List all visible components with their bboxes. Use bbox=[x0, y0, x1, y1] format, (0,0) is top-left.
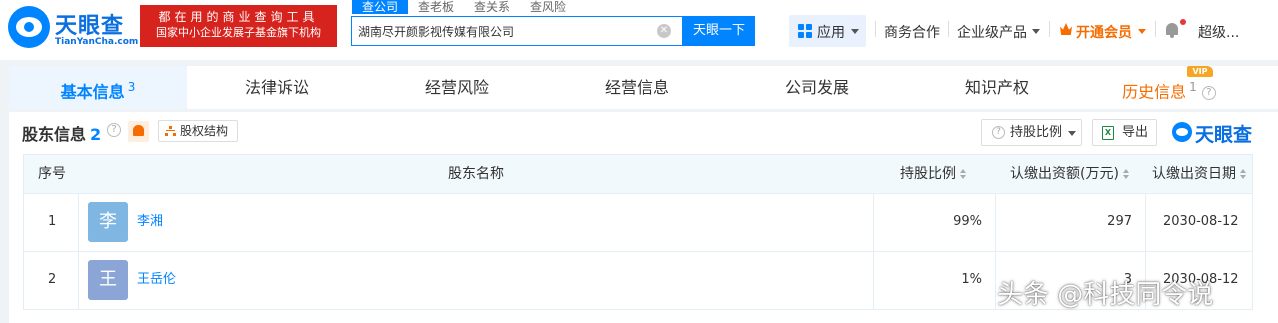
user-menu[interactable]: 超级... bbox=[1198, 22, 1239, 42]
help-icon[interactable]: ? bbox=[1201, 85, 1216, 100]
header-index: 序号 bbox=[38, 166, 66, 182]
table-header: 序号 股东名称 持股比例 认缴出资额(万元) 认缴出资日期 bbox=[23, 154, 1253, 194]
slogan-banner: 都在用的商业查询工具 国家中小企业发展子基金旗下机构 bbox=[140, 5, 337, 47]
section-title-text: 股东信息 bbox=[22, 125, 87, 144]
tab-count: 3 bbox=[127, 80, 136, 94]
clear-icon[interactable]: ✕ bbox=[657, 24, 671, 38]
eye-logo-icon bbox=[8, 6, 50, 48]
search-tab-company[interactable]: 查公司 bbox=[352, 0, 409, 14]
logo-domain: TianYanCha.com bbox=[55, 37, 139, 47]
brand-logo: 天眼查 bbox=[1172, 119, 1272, 146]
nav-divider bbox=[875, 21, 876, 37]
tianyancha-logo[interactable]: 天眼查 TianYanCha.com bbox=[8, 6, 139, 50]
nav-business-link[interactable]: 商务合作 bbox=[884, 22, 940, 42]
grid-icon bbox=[798, 24, 812, 38]
search-tab-risk[interactable]: 查风险 bbox=[520, 0, 576, 14]
tab-legal[interactable]: 法律诉讼 bbox=[187, 66, 367, 109]
tab-development[interactable]: 公司发展 bbox=[727, 66, 907, 109]
equity-structure-button[interactable]: 股权结构 bbox=[158, 120, 238, 142]
equity-structure-label: 股权结构 bbox=[180, 124, 229, 138]
section-count: 2 bbox=[90, 125, 102, 144]
slogan-line-2: 国家中小企业发展子基金旗下机构 bbox=[156, 26, 321, 39]
tab-history[interactable]: 历史信息 1 ? bbox=[1089, 66, 1249, 109]
tab-ip[interactable]: 知识产权 bbox=[907, 66, 1087, 109]
vip-badge: VIP bbox=[1187, 66, 1213, 77]
shareholder-name-link[interactable]: 王岳伦 bbox=[137, 252, 176, 308]
tab-basic-info[interactable]: 基本信息 3 bbox=[9, 66, 187, 109]
main-tab-bar: 基本信息 3 法律诉讼 经营风险 经营信息 公司发展 知识产权 历史信息 1 ? bbox=[9, 66, 1278, 109]
export-button[interactable]: X 导出 bbox=[1092, 119, 1157, 146]
monitor-bell-button[interactable] bbox=[128, 121, 149, 142]
ratio-filter-label: 持股比例 bbox=[1010, 125, 1063, 140]
notification-dot bbox=[1180, 19, 1186, 25]
tab-label: 历史信息 bbox=[1122, 82, 1187, 102]
chevron-down-icon bbox=[1032, 29, 1040, 34]
export-label: 导出 bbox=[1122, 125, 1149, 140]
search-box: ✕ bbox=[351, 16, 683, 46]
logo-text: 天眼查 bbox=[55, 14, 125, 39]
top-header: 天眼查 TianYanCha.com 都在用的商业查询工具 国家中小企业发展子基… bbox=[0, 0, 1278, 60]
tab-count: 1 bbox=[1189, 80, 1197, 94]
row-index: 1 bbox=[48, 214, 57, 229]
notification-bell-icon[interactable] bbox=[1165, 22, 1179, 38]
sort-icon bbox=[1240, 169, 1246, 179]
search-button[interactable]: 天眼一下 bbox=[683, 16, 755, 46]
nav-divider bbox=[1049, 21, 1050, 37]
tab-risk[interactable]: 经营风险 bbox=[367, 66, 547, 109]
header-ratio-label: 持股比例 bbox=[900, 166, 956, 182]
search-tab-boss[interactable]: 查老板 bbox=[408, 0, 464, 14]
header-date-label: 认缴出资日期 bbox=[1152, 166, 1236, 182]
chevron-down-icon bbox=[1138, 29, 1146, 34]
nav-vip-button[interactable]: 开通会员 bbox=[1076, 22, 1132, 42]
search-tab-relation[interactable]: 查关系 bbox=[464, 0, 520, 14]
avatar[interactable]: 王 bbox=[88, 260, 128, 300]
section-title: 股东信息 2 bbox=[22, 121, 101, 145]
tab-operation[interactable]: 经营信息 bbox=[547, 66, 727, 109]
crown-icon bbox=[1060, 23, 1072, 35]
header-name: 股东名称 bbox=[448, 166, 504, 182]
org-chart-icon bbox=[165, 126, 176, 136]
nav-divider bbox=[1155, 21, 1156, 37]
eye-logo-icon bbox=[1172, 122, 1192, 142]
apps-menu-button[interactable]: 应用 bbox=[789, 15, 866, 47]
sort-icon bbox=[960, 169, 966, 179]
shareholder-name-link[interactable]: 李湘 bbox=[137, 194, 163, 250]
row-ratio: 1% bbox=[961, 272, 982, 287]
tab-label: 基本信息 bbox=[60, 82, 125, 102]
excel-icon: X bbox=[1102, 126, 1114, 140]
slogan-line-1: 都在用的商业查询工具 bbox=[158, 10, 319, 24]
header-ratio[interactable]: 持股比例 bbox=[900, 155, 966, 193]
apps-menu-label: 应用 bbox=[817, 25, 845, 41]
row-ratio: 99% bbox=[953, 214, 982, 229]
search-type-tabs: 查公司 查老板 查关系 查风险 bbox=[352, 0, 576, 14]
help-icon: ? bbox=[992, 126, 1005, 139]
nav-divider bbox=[948, 21, 949, 37]
ratio-filter-button[interactable]: ? 持股比例 bbox=[981, 119, 1082, 146]
row-index: 2 bbox=[48, 272, 57, 287]
chevron-down-icon bbox=[851, 29, 859, 34]
table-row: 1 李 李湘 99% 297 2030-08-12 bbox=[23, 194, 1253, 252]
search-input[interactable] bbox=[358, 17, 648, 45]
bell-icon bbox=[133, 125, 144, 136]
chevron-down-icon bbox=[1068, 131, 1076, 136]
brand-logo-text: 天眼查 bbox=[1195, 124, 1253, 146]
watermark-text: 头条 @科技同令说 bbox=[997, 280, 1214, 310]
header-date[interactable]: 认缴出资日期 bbox=[1152, 155, 1246, 193]
help-icon[interactable]: ? bbox=[107, 123, 121, 137]
header-capital-label: 认缴出资额(万元) bbox=[1010, 166, 1119, 182]
header-capital[interactable]: 认缴出资额(万元) bbox=[1010, 155, 1129, 193]
nav-enterprise-menu[interactable]: 企业级产品 bbox=[957, 22, 1027, 42]
row-capital: 297 bbox=[1107, 214, 1132, 229]
sort-icon bbox=[1122, 169, 1129, 179]
row-date: 2030-08-12 bbox=[1163, 214, 1239, 229]
avatar[interactable]: 李 bbox=[88, 202, 128, 242]
